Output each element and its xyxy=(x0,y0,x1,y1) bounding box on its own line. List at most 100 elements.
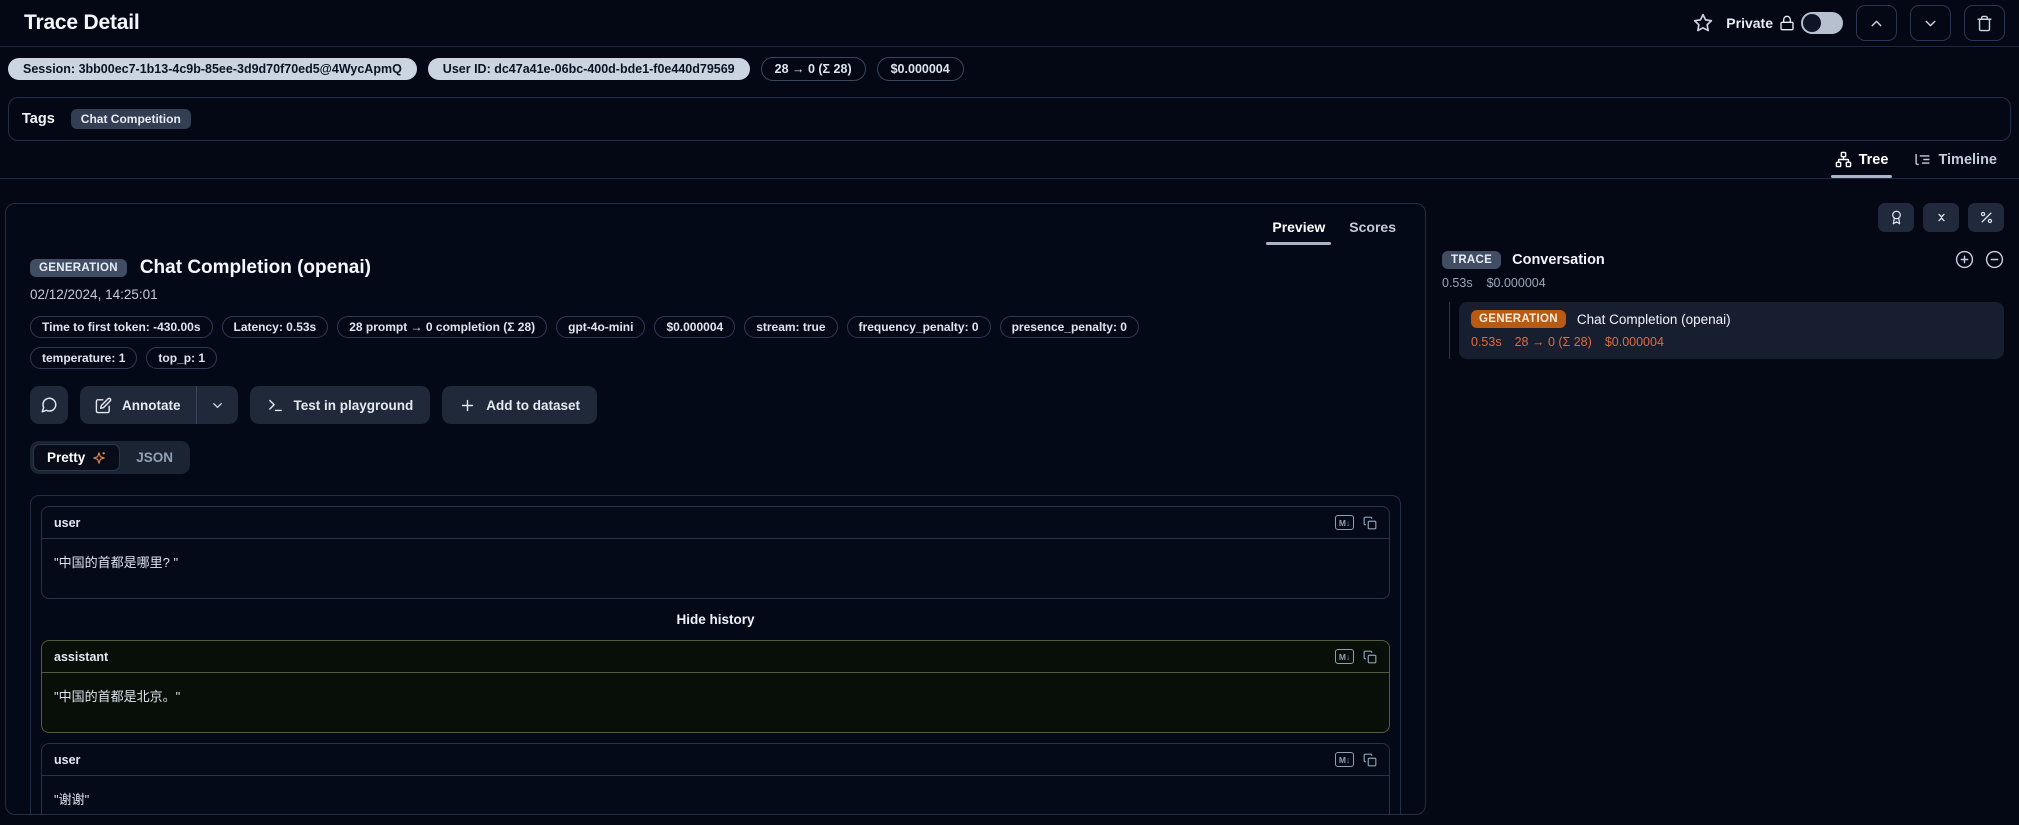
header-actions: Private xyxy=(1693,5,2005,41)
generation-tree-node[interactable]: GENERATION Chat Completion (openai) 0.53… xyxy=(1459,302,2004,359)
observation-title: Chat Completion (openai) xyxy=(140,257,371,279)
prev-trace-button[interactable] xyxy=(1856,5,1897,41)
trace-type-badge: TRACE xyxy=(1442,251,1501,269)
trash-icon xyxy=(1976,15,1993,32)
metric-stream: stream: true xyxy=(744,316,837,338)
markdown-toggle-icon[interactable]: M↓ xyxy=(1335,752,1354,767)
hide-history-button[interactable]: Hide history xyxy=(41,612,1390,627)
markdown-toggle-icon[interactable]: M↓ xyxy=(1335,649,1354,664)
copy-icon[interactable] xyxy=(1363,516,1377,530)
tags-label: Tags xyxy=(22,111,55,127)
trace-title: Conversation xyxy=(1512,252,1605,268)
copy-icon[interactable] xyxy=(1363,753,1377,767)
plus-circle-icon xyxy=(1955,250,1974,269)
view-tabs: Tree Timeline xyxy=(0,141,2019,179)
message-content: "谢谢" xyxy=(42,776,1389,815)
message-content: "中国的首都是北京。" xyxy=(42,673,1389,732)
award-icon xyxy=(1889,210,1904,225)
message-user-1: user M↓ "中国的首都是哪里? " xyxy=(41,506,1390,599)
observation-actions: Annotate Test in playground xyxy=(30,386,1401,424)
metric-frequency-penalty: frequency_penalty: 0 xyxy=(847,316,991,338)
fold-vertical-icon xyxy=(1934,210,1949,225)
metric-temperature: temperature: 1 xyxy=(30,347,137,369)
next-trace-button[interactable] xyxy=(1910,5,1951,41)
format-toggle: Pretty JSON xyxy=(30,441,190,474)
cost-badge: $0.000004 xyxy=(877,57,964,81)
star-icon xyxy=(1693,13,1713,33)
chevron-down-icon xyxy=(210,398,225,413)
page-header: Trace Detail Private xyxy=(0,0,2019,46)
message-header: user M↓ xyxy=(42,744,1389,776)
tag-chat-competition[interactable]: Chat Competition xyxy=(71,109,191,129)
message-role: user xyxy=(54,516,80,530)
chevron-up-icon xyxy=(1868,15,1885,32)
message-role: user xyxy=(54,753,80,767)
metric-latency: Latency: 0.53s xyxy=(222,316,329,338)
observation-header: GENERATION Chat Completion (openai) xyxy=(30,257,1401,279)
add-to-dataset-button[interactable]: Add to dataset xyxy=(442,386,597,424)
minus-circle-icon xyxy=(1985,250,2004,269)
tab-tree[interactable]: Tree xyxy=(1825,144,1899,178)
generation-type-badge: GENERATION xyxy=(30,259,127,277)
tags-section: Tags Chat Competition xyxy=(8,97,2011,141)
user-id-badge[interactable]: User ID: dc47a41e-06bc-400d-bde1-f0e440d… xyxy=(428,58,750,80)
privacy-label: Private xyxy=(1726,15,1773,31)
observation-metrics: Time to first token: -430.00s Latency: 0… xyxy=(30,316,1190,369)
tab-preview[interactable]: Preview xyxy=(1261,213,1336,245)
format-json-button[interactable]: JSON xyxy=(122,444,187,471)
tab-scores[interactable]: Scores xyxy=(1338,213,1407,245)
observation-timestamp: 02/12/2024, 14:25:01 xyxy=(30,287,1401,302)
metric-time-to-first-token: Time to first token: -430.00s xyxy=(30,316,213,338)
pen-square-icon xyxy=(95,397,112,414)
collapse-tree-button[interactable] xyxy=(1985,250,2004,269)
bookmark-star-button[interactable] xyxy=(1693,13,1713,33)
message-header: assistant M↓ xyxy=(42,641,1389,673)
node-tokens: 28 → 0 (Σ 28) xyxy=(1515,335,1592,349)
delete-trace-button[interactable] xyxy=(1964,5,2005,41)
format-pretty-button[interactable]: Pretty xyxy=(33,444,120,471)
percent-icon xyxy=(1979,210,1994,225)
trace-latency: 0.53s xyxy=(1442,276,1473,290)
tree-children: GENERATION Chat Completion (openai) 0.53… xyxy=(1449,302,2004,359)
metric-cost: $0.000004 xyxy=(654,316,735,338)
test-in-playground-button[interactable]: Test in playground xyxy=(250,386,431,424)
message-role: assistant xyxy=(54,650,108,664)
trace-root-node[interactable]: TRACE Conversation xyxy=(1442,250,2004,269)
dataset-label: Add to dataset xyxy=(486,398,580,413)
content-area: Preview Scores GENERATION Chat Completio… xyxy=(0,179,2019,815)
message-content: "中国的首都是哪里? " xyxy=(42,539,1389,598)
comments-button[interactable] xyxy=(30,386,68,424)
metric-token-usage: 28 prompt → 0 completion (Σ 28) xyxy=(337,316,547,338)
tab-timeline-label: Timeline xyxy=(1938,152,1997,168)
tab-timeline[interactable]: Timeline xyxy=(1904,144,2007,178)
observation-card: Preview Scores GENERATION Chat Completio… xyxy=(5,203,1426,815)
generation-node-metrics: 0.53s 28 → 0 (Σ 28) $0.000004 xyxy=(1471,335,1992,349)
session-badge[interactable]: Session: 3bb00ec7-1b13-4c9b-85ee-3d9d70f… xyxy=(8,58,417,80)
message-header: user M↓ xyxy=(42,507,1389,539)
tree-icon xyxy=(1835,151,1852,168)
expand-all-button[interactable] xyxy=(1955,250,1974,269)
timeline-icon xyxy=(1914,151,1931,168)
comment-bubble-icon xyxy=(40,396,58,414)
markdown-toggle-icon[interactable]: M↓ xyxy=(1335,515,1354,530)
trace-metrics: 0.53s $0.000004 xyxy=(1442,276,2004,290)
node-latency: 0.53s xyxy=(1471,335,1502,349)
tab-tree-label: Tree xyxy=(1859,152,1889,168)
trace-badges-row: Session: 3bb00ec7-1b13-4c9b-85ee-3d9d70f… xyxy=(0,47,2019,91)
collapse-all-button[interactable] xyxy=(1923,203,1959,232)
annotate-label: Annotate xyxy=(122,398,181,413)
metric-model: gpt-4o-mini xyxy=(556,316,645,338)
terminal-icon xyxy=(267,397,284,414)
sparkles-icon xyxy=(92,451,106,465)
annotate-dropdown-button[interactable] xyxy=(197,386,238,424)
trace-cost: $0.000004 xyxy=(1487,276,1546,290)
message-assistant: assistant M↓ "中国的首都是北京。" xyxy=(41,640,1390,733)
annotate-button[interactable]: Annotate xyxy=(80,386,196,424)
public-toggle[interactable] xyxy=(1801,12,1843,34)
lock-icon xyxy=(1779,15,1795,31)
pretty-label: Pretty xyxy=(47,450,85,465)
metric-top-p: top_p: 1 xyxy=(146,347,217,369)
copy-icon[interactable] xyxy=(1363,650,1377,664)
toggle-scores-button[interactable] xyxy=(1878,203,1914,232)
toggle-metrics-button[interactable] xyxy=(1968,203,2004,232)
